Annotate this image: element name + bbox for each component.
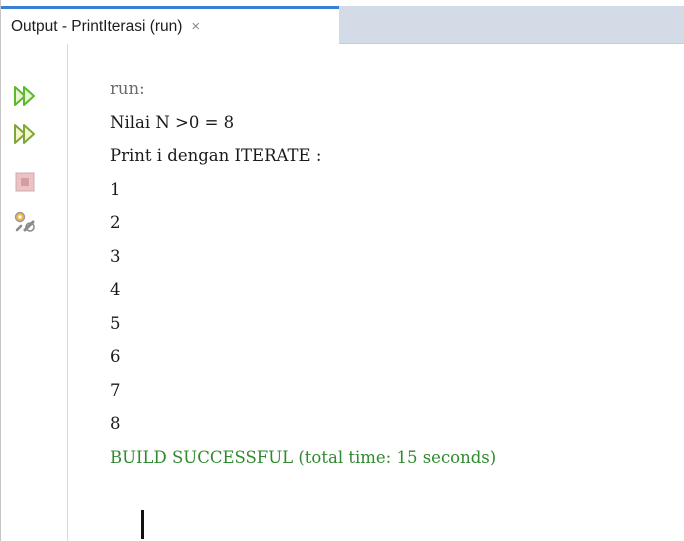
console-line: 5 [110, 313, 121, 333]
output-window: Output - PrintIterasi (run) × run: Nilai… [0, 0, 684, 541]
console-output[interactable]: run: Nilai N >0 = 8 Print i dengan ITERA… [110, 72, 684, 539]
console-line: 4 [110, 280, 121, 299]
output-toolbar [1, 44, 68, 541]
console-line: 2 [110, 213, 121, 232]
console-line: 8 [110, 414, 121, 433]
close-icon[interactable]: × [191, 19, 200, 34]
console-line: run: [110, 79, 145, 98]
text-caret [141, 509, 145, 539]
console-line: 7 [110, 380, 121, 400]
console-line: 3 [110, 246, 121, 266]
stop-icon[interactable] [12, 169, 38, 195]
rerun-icon[interactable] [12, 83, 38, 109]
build-status-line: BUILD SUCCESSFUL (total time: 15 seconds… [110, 447, 497, 467]
console-line: Nilai N >0 = 8 [110, 112, 235, 132]
tab-bar: Output - PrintIterasi (run) × [1, 6, 684, 44]
settings-icon[interactable] [12, 209, 38, 235]
rerun-with-options-icon[interactable] [12, 121, 38, 147]
console-line: Print i dengan ITERATE : [110, 146, 322, 165]
input-line[interactable] [110, 474, 684, 539]
console-line: 6 [110, 347, 121, 366]
tab-output[interactable]: Output - PrintIterasi (run) × [1, 6, 339, 44]
tab-title: Output - PrintIterasi (run) [11, 17, 183, 35]
console-line: 1 [110, 179, 121, 199]
